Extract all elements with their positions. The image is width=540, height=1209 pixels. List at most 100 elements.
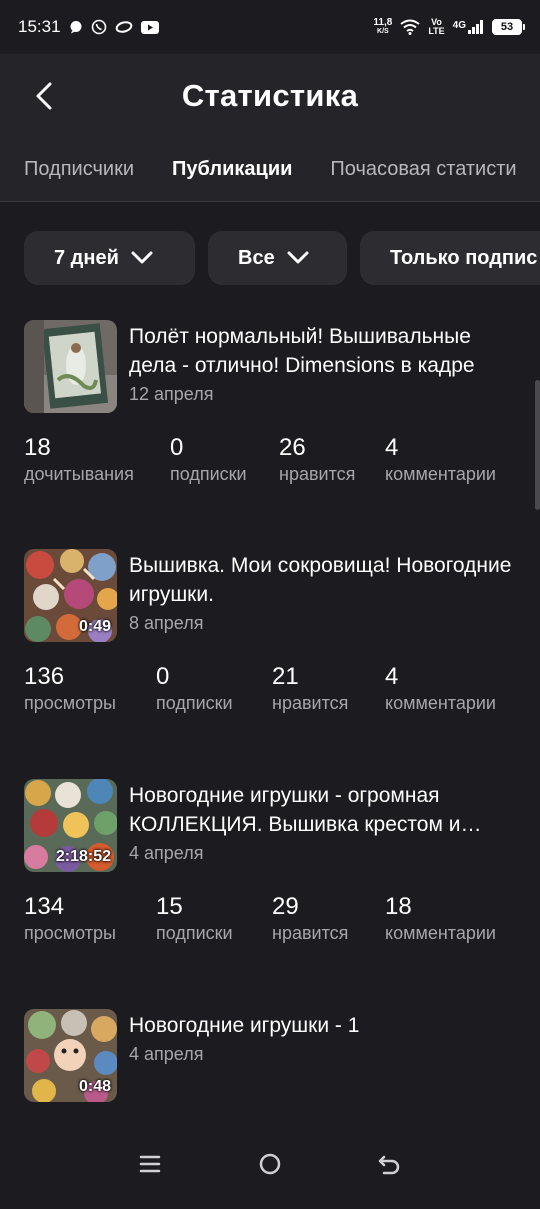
stat-label: нравится <box>272 693 349 713</box>
stat-views: 136 просмотры <box>24 663 116 714</box>
stat-label: просмотры <box>24 693 116 713</box>
battery-icon: 53 <box>492 19 525 35</box>
publication-date: 8 апреля <box>129 613 204 633</box>
period-filter[interactable]: 7 дней <box>24 231 195 285</box>
stat-label: комментарии <box>385 464 496 484</box>
publication-thumbnail <box>24 320 117 413</box>
stat-value: 0 <box>156 663 170 690</box>
publication-date: 12 апреля <box>129 384 214 404</box>
chevron-left-icon <box>36 82 52 110</box>
home-button[interactable] <box>250 1144 290 1184</box>
publication-date: 4 апреля <box>129 1044 204 1064</box>
clock: 15:31 <box>18 17 61 36</box>
stat-likes: 26 нравится <box>279 434 355 485</box>
message-icon <box>69 20 83 34</box>
publication-title: Новогодние игрушки - огромная КОЛЛЕКЦИЯ.… <box>129 784 482 836</box>
stat-comments: 4 комментарии <box>385 434 496 485</box>
stat-value: 4 <box>385 434 399 461</box>
publication-thumbnail: 0:49 <box>24 549 117 642</box>
publication-title: Вышивка. Мои сокровища! Новогодние игруш… <box>129 554 512 606</box>
stat-label: дочитывания <box>24 464 134 484</box>
stat-views: 134 просмотры <box>24 893 116 944</box>
stat-value: 29 <box>272 893 299 920</box>
scrollbar[interactable] <box>535 380 540 510</box>
stat-subscriptions: 15 подписки <box>156 893 233 944</box>
stat-value: 26 <box>279 434 306 461</box>
stat-label: просмотры <box>24 923 116 943</box>
stat-subscriptions: 0 подписки <box>156 663 233 714</box>
volte-indicator: Vo LTE <box>428 18 444 36</box>
stat-value: 0 <box>170 434 184 461</box>
viber-icon <box>91 19 107 35</box>
stat-value: 15 <box>156 893 183 920</box>
publication-item[interactable]: 2:18:52 Новогодние игрушки - огромная КО… <box>24 779 540 979</box>
status-left: 15:31 <box>18 17 159 37</box>
stat-label: нравится <box>272 923 349 943</box>
signal-icon <box>468 20 483 34</box>
tab-hourly-stats[interactable]: Почасовая статисти <box>292 158 516 181</box>
stat-subscriptions: 0 подписки <box>170 434 247 485</box>
embroidery-photo-image <box>24 320 117 413</box>
home-icon <box>259 1153 281 1175</box>
network-type: 4G <box>452 20 466 31</box>
stat-reads: 18 дочитывания <box>24 434 134 485</box>
video-duration: 0:48 <box>78 1078 111 1095</box>
publication-stats: 134 просмотры 15 подписки 29 нравится 18… <box>24 893 540 953</box>
stat-value: 18 <box>385 893 412 920</box>
page-title: Статистика <box>181 77 359 113</box>
recent-apps-icon <box>139 1155 161 1173</box>
stat-value: 21 <box>272 663 299 690</box>
stat-label: подписки <box>156 923 233 943</box>
publication-stats: 136 просмотры 0 подписки 21 нравится 4 к… <box>24 663 540 723</box>
signal-indicator: 4G <box>453 20 484 34</box>
stat-likes: 29 нравится <box>272 893 348 944</box>
back-button[interactable] <box>24 76 64 116</box>
back-nav-button[interactable] <box>370 1144 410 1184</box>
type-filter[interactable]: Все <box>208 231 347 285</box>
video-duration: 0:49 <box>78 618 111 635</box>
period-filter-label: 7 дней <box>54 246 119 269</box>
tab-bar: Подписчики Публикации Почасовая статисти <box>0 137 540 202</box>
recent-apps-button[interactable] <box>130 1144 170 1184</box>
back-arrow-icon <box>378 1155 400 1175</box>
subscribers-only-filter[interactable]: Только подпис <box>360 231 540 285</box>
publication-item[interactable]: 0:49 Вышивка. Мои сокровища! Новогодние … <box>24 549 540 749</box>
volte-bottom: LTE <box>428 26 445 36</box>
status-right: 11,8 K/S Vo LTE 4G 53 <box>373 18 525 36</box>
type-filter-label: Все <box>238 246 275 269</box>
tab-publications[interactable]: Публикации <box>134 158 292 181</box>
tab-subscribers[interactable]: Подписчики <box>0 158 134 181</box>
publication-title: Полёт нормальный! Вышивальные дела - отл… <box>129 325 475 377</box>
network-speed: 11,8 K/S <box>373 18 392 36</box>
stat-comments: 4 комментарии <box>385 663 496 714</box>
app-notification-icon <box>115 21 133 33</box>
filter-chips: 7 дней Все Только подпис <box>24 231 540 285</box>
wifi-icon <box>400 19 420 35</box>
youtube-icon <box>140 20 159 34</box>
publication-item[interactable]: Полёт нормальный! Вышивальные дела - отл… <box>24 320 540 520</box>
app-header: Статистика <box>0 54 540 137</box>
net-speed-unit: K/S <box>377 28 389 35</box>
publication-thumbnail: 2:18:52 <box>24 779 117 872</box>
stat-label: нравится <box>279 464 356 484</box>
subscribers-only-label: Только подпис <box>390 246 538 269</box>
status-bar: 15:31 11,8 K/S Vo LTE 4G 53 <box>0 0 540 54</box>
stat-value: 134 <box>24 893 65 920</box>
publication-date: 4 апреля <box>129 843 204 863</box>
publication-stats: 18 дочитывания 0 подписки 26 нравится 4 … <box>24 434 540 494</box>
stat-value: 18 <box>24 434 51 461</box>
stat-value: 136 <box>24 663 65 690</box>
chevron-down-icon <box>287 251 309 264</box>
stat-comments: 18 комментарии <box>385 893 496 944</box>
stat-label: подписки <box>170 464 247 484</box>
stat-label: комментарии <box>385 923 496 943</box>
publication-title: Новогодние игрушки - 1 <box>129 1014 360 1037</box>
stat-label: комментарии <box>385 693 496 713</box>
stat-label: подписки <box>156 693 233 713</box>
publication-thumbnail: 0:48 <box>24 1009 117 1102</box>
chevron-down-icon <box>131 251 153 264</box>
system-navigation-bar <box>0 1128 540 1200</box>
net-speed-value: 11,8 <box>373 17 393 28</box>
stat-value: 4 <box>385 663 399 690</box>
stat-likes: 21 нравится <box>272 663 348 714</box>
